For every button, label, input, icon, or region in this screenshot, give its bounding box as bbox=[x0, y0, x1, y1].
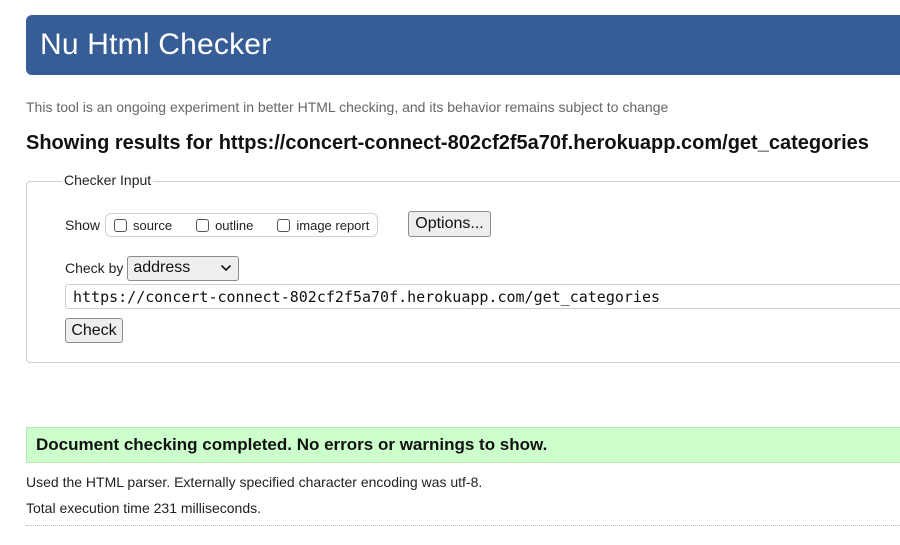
success-message: Document checking completed. No errors o… bbox=[26, 427, 900, 463]
show-outline-checkbox[interactable]: outline bbox=[196, 218, 253, 233]
checkbox-square-icon[interactable] bbox=[277, 218, 291, 232]
page-title: Nu Html Checker bbox=[40, 28, 272, 61]
parser-info: Used the HTML parser. Externally specifi… bbox=[26, 474, 483, 490]
check-by-label: Check by bbox=[65, 260, 124, 276]
options-button[interactable]: Options... bbox=[408, 211, 491, 237]
show-image-report-checkbox[interactable]: image report bbox=[277, 218, 369, 233]
intro-text: This tool is an ongoing experiment in be… bbox=[26, 99, 669, 115]
checkbox-square-icon[interactable] bbox=[196, 218, 210, 232]
check-by-row: Check by address bbox=[65, 255, 240, 281]
show-label: Show bbox=[65, 217, 101, 233]
results-heading: Showing results for https://concert-conne… bbox=[26, 132, 869, 155]
show-outline-label: outline bbox=[215, 217, 254, 233]
chevron-down-icon bbox=[221, 265, 232, 271]
dotted-divider bbox=[26, 525, 900, 526]
check-by-select[interactable]: address bbox=[127, 255, 240, 281]
checkbox-square-icon[interactable] bbox=[114, 218, 128, 232]
header-banner: Nu Html Checker bbox=[26, 15, 900, 75]
results-heading-prefix: Showing results for bbox=[26, 132, 213, 154]
show-source-checkbox[interactable]: source bbox=[114, 218, 172, 233]
check-by-selected-value: address bbox=[133, 259, 191, 276]
show-row: Show source outline image report bbox=[65, 212, 379, 238]
results-heading-url: https://concert-connect-802cf2f5a70f.her… bbox=[218, 132, 869, 154]
page: Nu Html Checker This tool is an ongoing … bbox=[0, 0, 900, 545]
url-input[interactable]: https://concert-connect-802cf2f5a70f.her… bbox=[65, 284, 900, 309]
execution-time: Total execution time 231 milliseconds. bbox=[26, 500, 262, 516]
checker-input-legend: Checker Input bbox=[62, 172, 154, 188]
check-button[interactable]: Check bbox=[65, 318, 123, 343]
show-source-label: source bbox=[133, 217, 173, 233]
show-image-report-label: image report bbox=[296, 217, 370, 233]
show-options-group: source outline image report bbox=[105, 213, 379, 237]
